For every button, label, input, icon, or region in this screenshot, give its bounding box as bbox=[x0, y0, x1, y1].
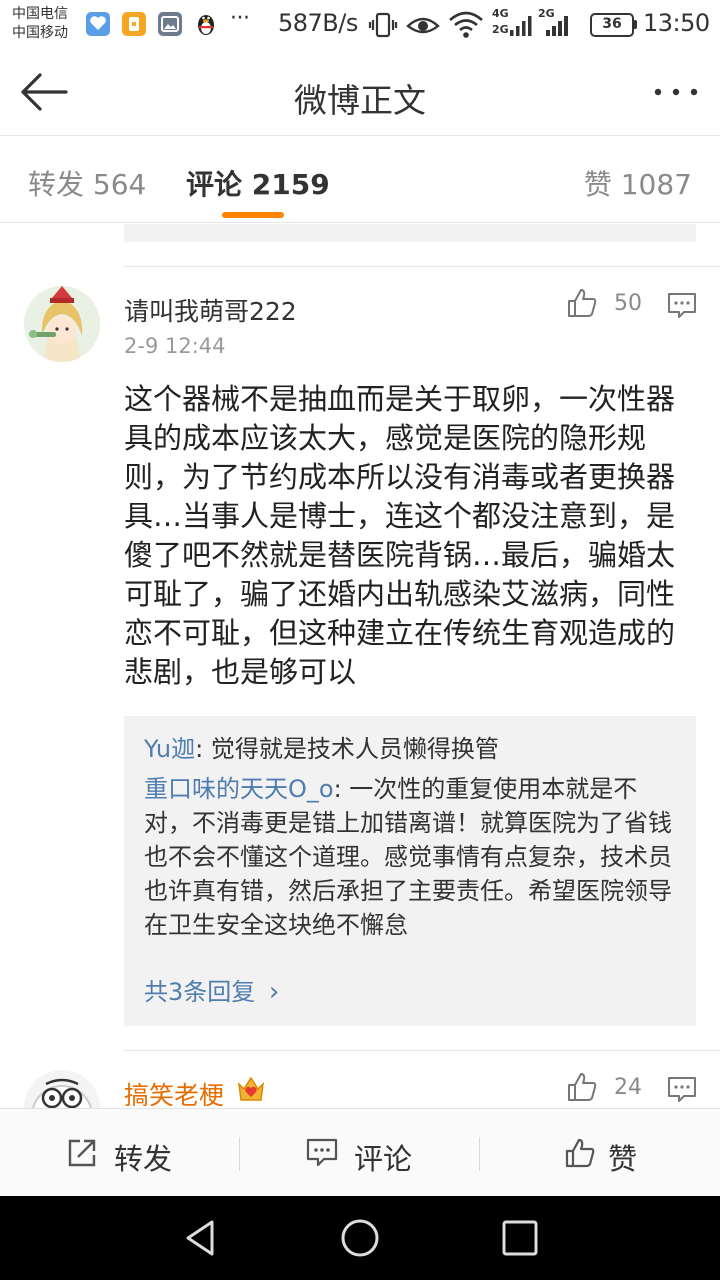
signal-icon-2 bbox=[542, 14, 572, 38]
signal-icon-1 bbox=[508, 14, 534, 38]
page-title: 微博正文 bbox=[294, 81, 426, 120]
more-dots-icon bbox=[654, 88, 698, 96]
comment-username[interactable]: 搞笑老梗 bbox=[124, 1076, 224, 1112]
vibrate-icon bbox=[368, 10, 398, 40]
comment-icon bbox=[306, 1138, 338, 1167]
carrier-2: 中国移动 bbox=[12, 25, 68, 41]
like-count: 24 bbox=[614, 1075, 642, 1100]
notification-overflow: ··· bbox=[230, 6, 250, 31]
tab-reposts[interactable]: 转发 564 bbox=[28, 163, 146, 203]
network-speed: 587B/s bbox=[278, 9, 358, 37]
nav-recents-icon[interactable] bbox=[498, 1216, 542, 1260]
tab-likes[interactable]: 赞 1087 bbox=[584, 163, 692, 203]
wallet-app-icon bbox=[122, 12, 146, 36]
battery-icon: 36 bbox=[590, 13, 634, 37]
reply-comment-icon[interactable] bbox=[667, 291, 697, 321]
nav-home-icon[interactable] bbox=[338, 1216, 382, 1260]
repost-icon bbox=[68, 1139, 96, 1167]
thumbs-up-icon[interactable] bbox=[566, 1071, 598, 1103]
header-bar: 微博正文 bbox=[0, 50, 720, 136]
tab-bar: 转发 564 评论 2159 赞 1087 bbox=[0, 137, 720, 223]
reply-username[interactable]: Yu迦 bbox=[144, 735, 195, 763]
health-app-icon bbox=[86, 12, 110, 36]
qq-penguin-icon bbox=[194, 12, 218, 36]
network-type-1: 4G bbox=[492, 7, 509, 20]
replies-box[interactable]: Yu迦: 觉得就是技术人员懒得换管 重口味的天天O_o: 一次性的重复使用本就是… bbox=[124, 716, 696, 1026]
network-type-2: 2G bbox=[492, 23, 509, 36]
battery-level: 36 bbox=[602, 16, 622, 32]
like-label: 赞 bbox=[608, 1142, 638, 1176]
more-button[interactable] bbox=[652, 78, 700, 106]
reply-text: 觉得就是技术人员懒得换管 bbox=[210, 735, 499, 763]
comment-divider bbox=[124, 1050, 720, 1051]
status-bar: 中国电信 中国移动 ··· 587B/s 4G 2G 2G 36 13:50 bbox=[0, 0, 720, 50]
carrier-1: 中国电信 bbox=[12, 6, 68, 22]
thumbs-up-icon bbox=[565, 1138, 595, 1168]
reply-separator: : bbox=[333, 775, 350, 803]
reply-item: 重口味的天天O_o: 一次性的重复使用本就是不对，不消毒更是错上加错离谱！就算医… bbox=[144, 772, 676, 942]
clock: 13:50 bbox=[643, 9, 710, 37]
chevron-right-icon: › bbox=[268, 977, 280, 1007]
reply-comment-icon[interactable] bbox=[667, 1075, 697, 1105]
repost-button[interactable]: 转发 bbox=[0, 1109, 240, 1197]
comment-divider bbox=[124, 266, 720, 267]
repost-label: 转发 bbox=[114, 1142, 173, 1176]
battery-tip bbox=[634, 20, 637, 29]
comment-label: 评论 bbox=[354, 1142, 413, 1176]
reply-username[interactable]: 重口味的天天O_o bbox=[144, 775, 334, 803]
like-count: 50 bbox=[614, 291, 642, 316]
like-button[interactable]: 赞 bbox=[480, 1109, 720, 1197]
replies-total-label: 共3条回复 bbox=[144, 978, 256, 1006]
view-all-replies-link[interactable]: 共3条回复 › bbox=[144, 972, 279, 1007]
carrier-info: 中国电信 中国移动 bbox=[12, 5, 68, 43]
comment-button[interactable]: 评论 bbox=[240, 1109, 480, 1197]
active-tab-indicator bbox=[222, 212, 284, 218]
gallery-app-icon bbox=[158, 12, 182, 36]
wifi-icon bbox=[448, 10, 484, 40]
reply-separator: : bbox=[195, 735, 211, 763]
avatar[interactable] bbox=[24, 286, 100, 362]
reply-item: Yu迦: 觉得就是技术人员懒得换管 bbox=[144, 732, 676, 766]
crown-heart-badge-icon bbox=[237, 1076, 265, 1101]
bottom-action-bar: 转发 评论 赞 bbox=[0, 1108, 720, 1196]
previous-replies-box bbox=[124, 224, 696, 242]
comment-username[interactable]: 请叫我萌哥222 bbox=[124, 292, 297, 328]
system-nav-bar bbox=[0, 1196, 720, 1280]
comment-time: 2-9 12:44 bbox=[124, 334, 226, 358]
comment-text: 这个器械不是抽血而是关于取卵，一次性器具的成本应该太大，感觉是医院的隐形规则，为… bbox=[124, 382, 676, 689]
eye-comfort-icon bbox=[406, 12, 440, 38]
tab-comments[interactable]: 评论 2159 bbox=[186, 163, 330, 203]
thumbs-up-icon[interactable] bbox=[566, 287, 598, 319]
nav-back-icon[interactable] bbox=[178, 1216, 222, 1260]
